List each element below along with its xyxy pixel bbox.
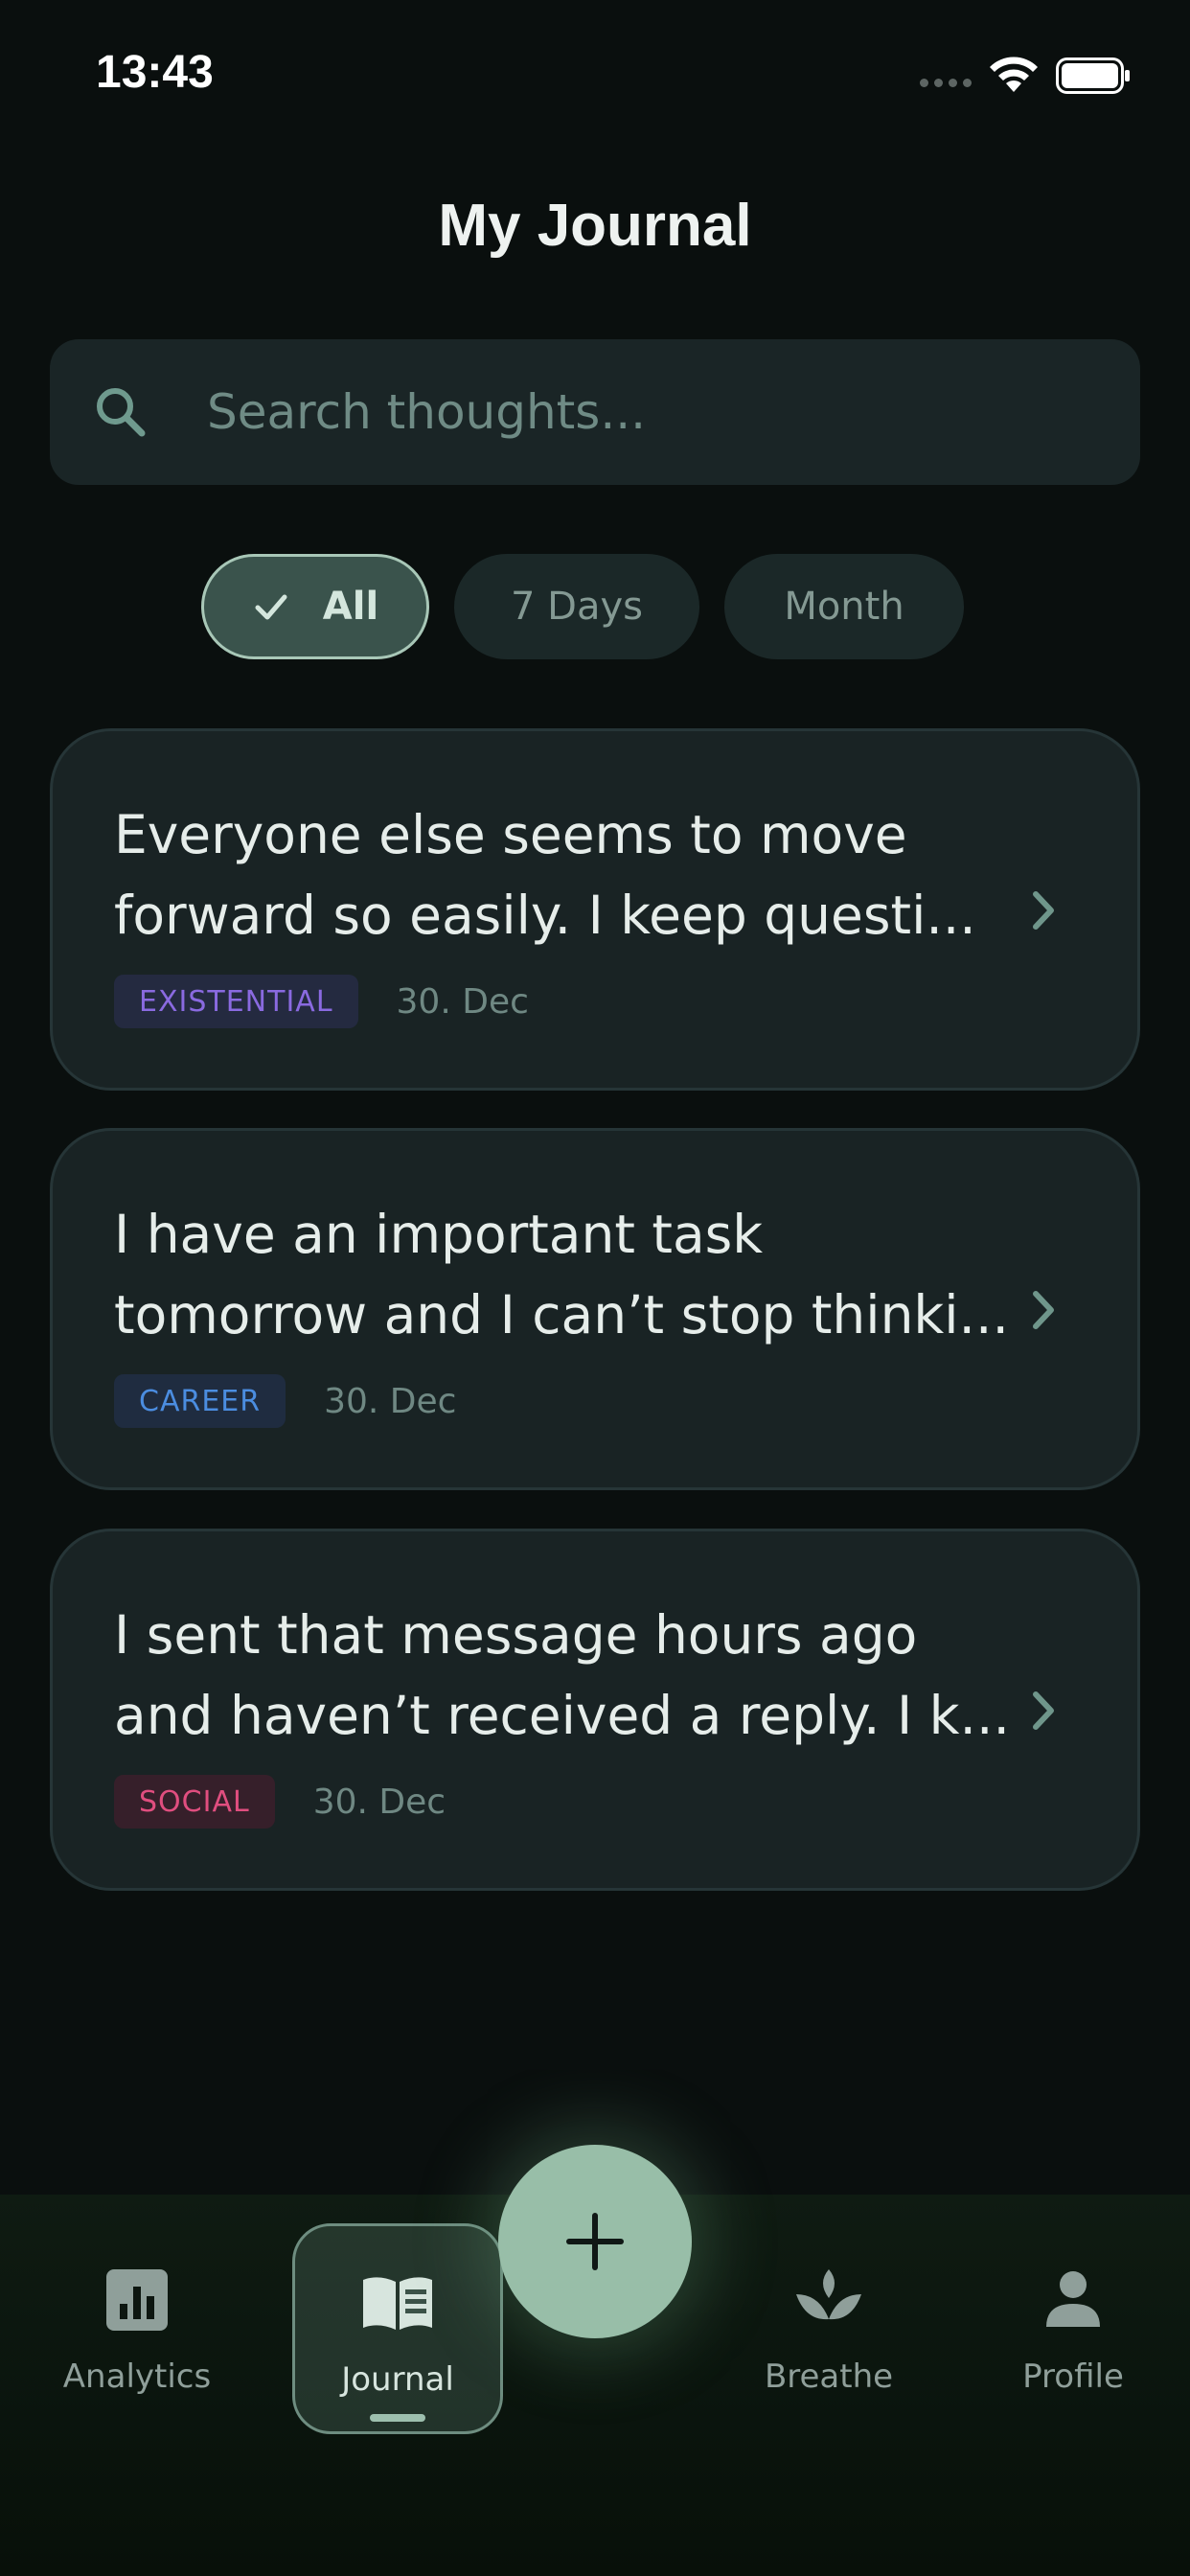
book-icon	[363, 2277, 432, 2330]
entry-preview-line: Everyone else seems to move	[114, 804, 907, 865]
search-bar[interactable]	[50, 339, 1140, 485]
nav-label: Analytics	[62, 2358, 212, 2396]
add-entry-button[interactable]	[498, 2145, 692, 2338]
search-icon	[97, 388, 146, 437]
cellular-signal-icon	[920, 79, 972, 87]
filter-chip-label: All	[322, 585, 379, 629]
category-tag: SOCIAL	[114, 1775, 275, 1828]
entry-meta: EXISTENTIAL 30. Dec	[114, 975, 529, 1028]
plus-icon	[566, 2213, 624, 2270]
lotus-icon	[796, 2269, 861, 2320]
entry-preview: Everyone else seems to move forward so e…	[114, 794, 1024, 955]
nav-item-breathe[interactable]: Breathe	[723, 2223, 934, 2434]
check-icon	[255, 594, 287, 620]
journal-screen: 13:43 My Journal All 7 Days	[0, 0, 1190, 2576]
active-indicator	[370, 2414, 425, 2422]
nav-item-journal[interactable]: Journal	[292, 2223, 503, 2434]
filter-chip-label: 7 Days	[511, 585, 643, 629]
entry-meta: SOCIAL 30. Dec	[114, 1775, 446, 1828]
category-tag: EXISTENTIAL	[114, 975, 358, 1028]
nav-item-profile[interactable]: Profile	[968, 2223, 1179, 2434]
bar-chart-icon	[106, 2269, 168, 2331]
filter-chip-month[interactable]: Month	[724, 554, 964, 659]
nav-item-analytics[interactable]: Analytics	[32, 2223, 242, 2434]
entry-date: 30. Dec	[324, 1381, 457, 1421]
journal-entry-card[interactable]: Everyone else seems to move forward so e…	[50, 728, 1140, 1091]
entry-date: 30. Dec	[312, 1782, 446, 1822]
filter-chip-label: Month	[784, 585, 904, 629]
filter-chip-7-days[interactable]: 7 Days	[454, 554, 699, 659]
entry-preview-line: tomorrow and I can’t stop thinki...	[114, 1284, 1010, 1346]
entry-preview-line: and haven’t received a reply. I k...	[114, 1685, 1010, 1746]
status-bar: 13:43	[0, 0, 1190, 153]
battery-icon	[1056, 58, 1130, 94]
entry-preview: I have an important task tomorrow and I …	[114, 1194, 1024, 1355]
status-time: 13:43	[96, 47, 214, 98]
search-input[interactable]	[207, 374, 1108, 450]
category-tag: CAREER	[114, 1374, 286, 1428]
nav-label: Breathe	[764, 2358, 894, 2396]
entry-preview: I sent that message hours ago and haven’…	[114, 1595, 1024, 1756]
chevron-right-icon	[1033, 1691, 1054, 1730]
nav-label: Profile	[1022, 2358, 1124, 2396]
entry-date: 30. Dec	[396, 981, 529, 1022]
chevron-right-icon	[1033, 891, 1054, 930]
chevron-right-icon	[1033, 1291, 1054, 1329]
filter-chip-all[interactable]: All	[201, 554, 429, 659]
entry-meta: CAREER 30. Dec	[114, 1374, 456, 1428]
person-icon	[1046, 2271, 1100, 2327]
page-title: My Journal	[438, 193, 752, 259]
journal-entry-card[interactable]: I sent that message hours ago and haven’…	[50, 1529, 1140, 1891]
nav-label: Journal	[341, 2360, 454, 2399]
entry-preview-line: I sent that message hours ago	[114, 1604, 918, 1666]
wifi-icon	[990, 57, 1038, 92]
entry-preview-line: forward so easily. I keep questi...	[114, 885, 976, 946]
entry-preview-line: I have an important task	[114, 1204, 764, 1265]
journal-entry-card[interactable]: I have an important task tomorrow and I …	[50, 1128, 1140, 1490]
